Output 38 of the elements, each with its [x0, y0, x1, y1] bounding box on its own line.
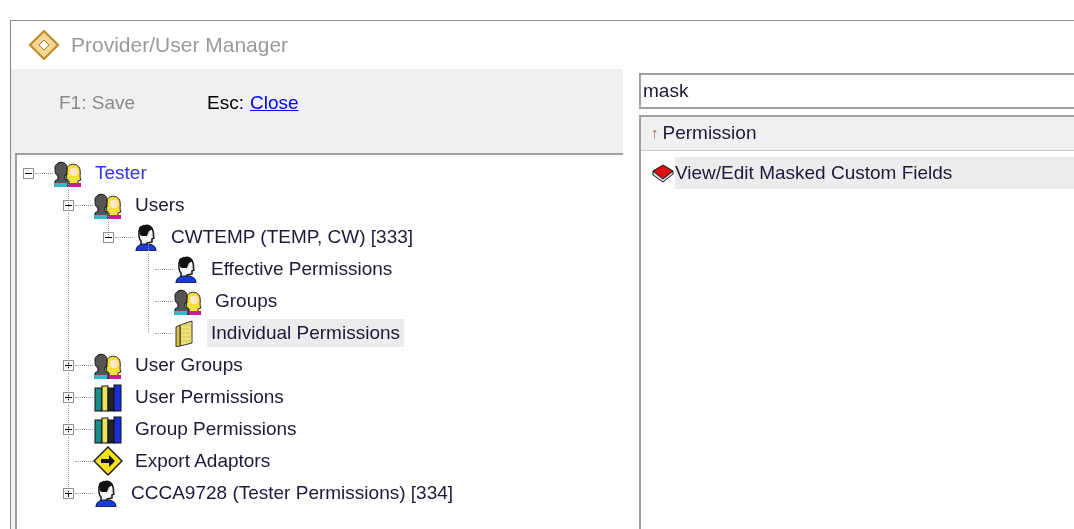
search-field[interactable]: mask	[639, 73, 1074, 109]
people-icon	[173, 287, 203, 315]
book-icon	[651, 163, 675, 183]
tree-item[interactable]: Export Adaptors	[131, 447, 275, 475]
shortcut-key: Esc:	[207, 89, 244, 118]
arrow-sign-icon	[93, 446, 123, 476]
expand-toggle[interactable]	[63, 423, 74, 435]
expand-toggle[interactable]	[63, 487, 74, 499]
collapse-toggle[interactable]	[63, 199, 74, 211]
tree-item[interactable]: Tester	[91, 159, 151, 187]
collapse-toggle[interactable]	[103, 231, 114, 243]
window-title: Provider/User Manager	[71, 32, 289, 59]
tree-item[interactable]: Users	[131, 191, 189, 219]
tree-item[interactable]: CCCA9728 (Tester Permissions) [334]	[127, 479, 458, 507]
person-icon	[173, 255, 199, 283]
sort-indicator: ↑	[651, 123, 659, 144]
collapse-toggle[interactable]	[23, 167, 34, 179]
expand-toggle[interactable]	[63, 359, 74, 371]
people-icon	[53, 159, 83, 187]
tree-item[interactable]: Groups	[211, 287, 282, 315]
person-icon	[93, 479, 119, 507]
people-icon	[93, 351, 123, 379]
list-row[interactable]: View/Edit Masked Custom Fields	[675, 157, 1074, 189]
column-label: Permission	[662, 121, 757, 146]
tree-item[interactable]: CWTEMP (TEMP, CW) [333]	[167, 223, 418, 251]
people-icon	[93, 191, 123, 219]
books-icon	[93, 414, 123, 444]
close-link[interactable]: Close	[250, 89, 299, 118]
expand-toggle[interactable]	[63, 391, 74, 403]
tree-item[interactable]: User Permissions	[131, 383, 288, 411]
tree-item[interactable]: Effective Permissions	[207, 255, 397, 283]
tree-item[interactable]: User Groups	[131, 351, 247, 379]
column-header[interactable]: ↑ Permission	[641, 117, 1074, 151]
tree-item[interactable]: Individual Permissions	[207, 319, 405, 347]
tree-item[interactable]: Group Permissions	[131, 415, 301, 443]
diamond-logo-icon	[29, 30, 59, 60]
books-icon	[93, 382, 123, 412]
person-icon	[133, 223, 159, 251]
